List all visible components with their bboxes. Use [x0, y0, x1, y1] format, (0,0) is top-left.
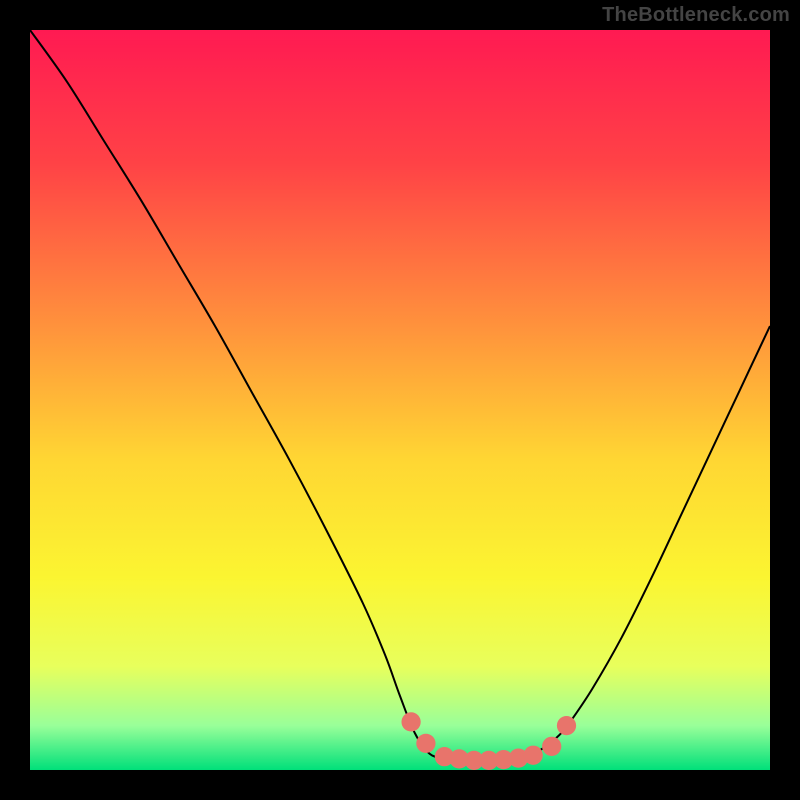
- trough-marker: [557, 716, 576, 735]
- plot-area: [30, 30, 770, 770]
- chart-frame: TheBottleneck.com: [0, 0, 800, 800]
- trough-markers: [30, 30, 770, 770]
- trough-marker: [524, 746, 543, 765]
- trough-marker: [401, 712, 420, 731]
- trough-marker: [416, 734, 435, 753]
- watermark-text: TheBottleneck.com: [602, 4, 790, 27]
- trough-marker: [542, 737, 561, 756]
